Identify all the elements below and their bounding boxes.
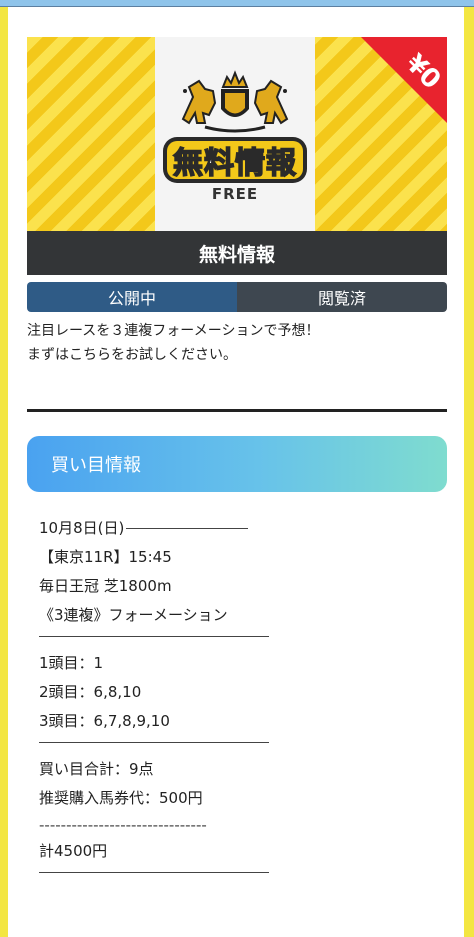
- first-horse: 1頭目：1: [39, 654, 104, 672]
- race-number: 【東京11R】15:45: [39, 548, 172, 566]
- banner-caption: 無料情報: [27, 231, 447, 275]
- buy-info-body: 10月8日(日) 【東京11R】15:45 毎日王冠 芝1800m 《3連複》フ…: [39, 514, 299, 885]
- race-date: 10月8日(日): [39, 519, 125, 537]
- badge-subtitle: FREE: [211, 185, 259, 203]
- description: 注目レースを３連複フォーメーションで予想！ まずはこちらをお試しください。: [27, 319, 447, 367]
- description-line-2: まずはこちらをお試しください。: [27, 347, 237, 363]
- banner-center-panel: 無料情報 FREE: [155, 37, 315, 231]
- info-separator: [39, 636, 269, 637]
- bet-type: 《3連複》フォーメーション: [39, 606, 228, 624]
- third-horse: 3頭目：6,7,8,9,10: [39, 712, 170, 730]
- second-horse: 2頭目：6,8,10: [39, 683, 142, 701]
- total-points: 買い目合計：9点: [39, 760, 154, 778]
- badge-title: 無料情報: [167, 141, 303, 182]
- horses-crest-icon: [181, 70, 289, 133]
- race-date-line: 10月8日(日): [39, 514, 299, 543]
- total-amount: 計4500円: [39, 842, 108, 860]
- description-line-1: 注目レースを３連複フォーメーションで予想！: [27, 323, 320, 339]
- status-viewed: 閲覧済: [237, 282, 447, 312]
- free-info-banner[interactable]: 無料情報 FREE ¥0: [27, 37, 447, 231]
- section-divider: [27, 409, 447, 412]
- recommended-amount: 推奨購入馬券代：500円: [39, 789, 203, 807]
- dash-separator: -------------------------------: [39, 816, 207, 834]
- info-separator: [39, 742, 269, 743]
- race-name: 毎日王冠 芝1800m: [39, 577, 172, 595]
- top-bar: [0, 0, 474, 7]
- info-separator: [39, 872, 269, 873]
- status-row: 公開中 閲覧済: [27, 282, 447, 312]
- content-frame: 無料情報 FREE ¥0 無料情報 公開中 閲覧済 注目レースを３連複フォーメー…: [8, 7, 464, 937]
- status-published: 公開中: [27, 282, 237, 312]
- date-rule: [126, 528, 249, 529]
- buy-info-header: 買い目情報: [27, 436, 447, 492]
